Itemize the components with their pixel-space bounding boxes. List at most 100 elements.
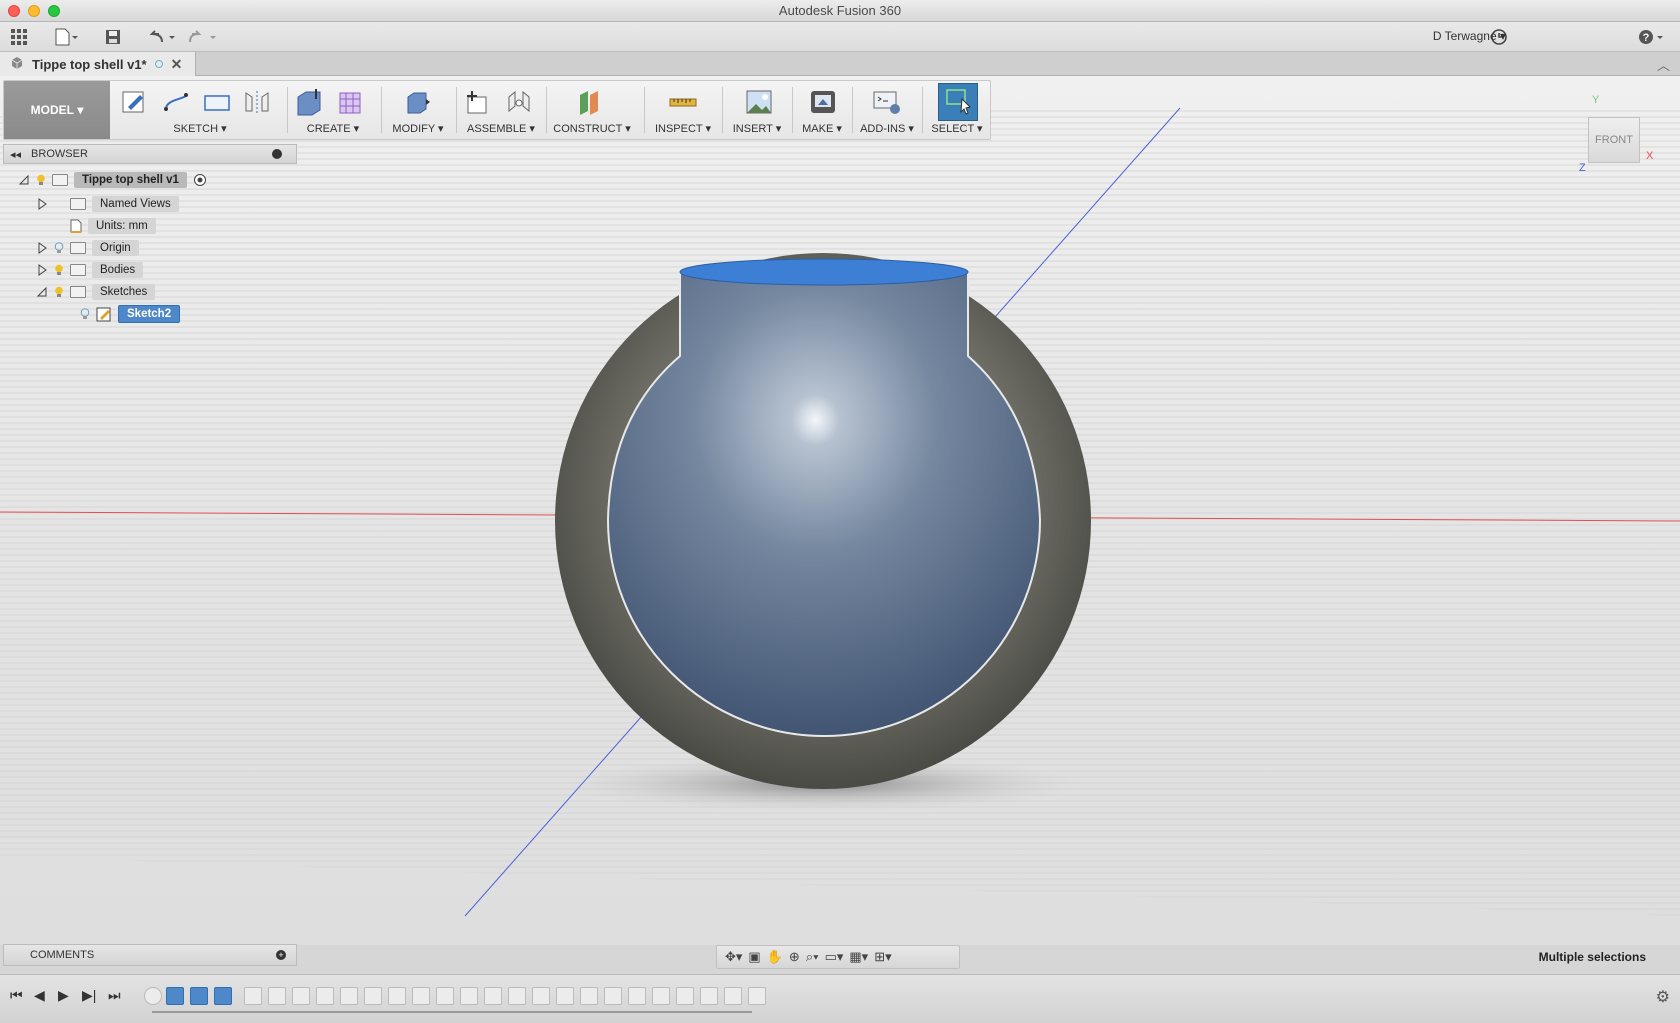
add-ins-group[interactable]: ADD-INS ▾ — [854, 81, 920, 139]
timeline-feature[interactable] — [388, 987, 406, 1005]
redo-icon[interactable] — [188, 27, 220, 47]
visibility-bulb-icon[interactable] — [80, 308, 90, 320]
timeline-feature[interactable] — [652, 987, 670, 1005]
select-group[interactable]: SELECT ▾ — [924, 81, 990, 139]
line-icon[interactable] — [162, 87, 192, 117]
timeline-feature[interactable] — [604, 987, 622, 1005]
step-back-icon[interactable]: ◀ — [34, 987, 45, 1004]
create-group[interactable]: CREATE ▾ — [288, 81, 378, 139]
timeline-feature[interactable] — [580, 987, 598, 1005]
top-opening-face[interactable] — [679, 258, 969, 286]
make-group[interactable]: MAKE ▾ — [794, 81, 850, 139]
play-icon[interactable]: ▶ — [58, 987, 69, 1004]
timeline-feature[interactable] — [628, 987, 646, 1005]
file-icon[interactable] — [54, 27, 80, 47]
pin-icon[interactable] — [272, 149, 282, 159]
expanded-triangle-icon[interactable] — [18, 174, 30, 186]
collapsed-triangle-icon[interactable] — [36, 198, 48, 210]
timeline-feature[interactable] — [268, 987, 286, 1005]
collapsed-triangle-icon[interactable] — [36, 264, 48, 276]
new-component-icon[interactable] — [462, 87, 492, 117]
close-tab-button[interactable]: ✕ — [171, 56, 183, 73]
tree-item-origin[interactable]: Origin — [36, 238, 139, 258]
timeline-feature[interactable] — [364, 987, 382, 1005]
timeline-feature[interactable] — [676, 987, 694, 1005]
browser-panel-header[interactable]: ◂◂ BROWSER — [3, 144, 297, 164]
zoom-icon[interactable]: ⊕ — [789, 949, 800, 965]
timeline-feature[interactable] — [484, 987, 502, 1005]
timeline-track[interactable] — [152, 1011, 752, 1013]
timeline-feature[interactable] — [292, 987, 310, 1005]
save-icon[interactable] — [104, 27, 122, 47]
joint-icon[interactable] — [504, 87, 534, 117]
collapse-panel-icon[interactable]: ◂◂ — [10, 148, 21, 161]
timeline-feature[interactable] — [214, 987, 232, 1005]
construct-group[interactable]: CONSTRUCT ▾ — [548, 81, 636, 139]
comments-panel-header[interactable]: COMMENTS + — [3, 944, 297, 966]
activate-radio-icon[interactable] — [193, 173, 207, 187]
timeline-feature[interactable] — [532, 987, 550, 1005]
select-icon[interactable] — [944, 87, 974, 117]
timeline-feature[interactable] — [700, 987, 718, 1005]
rectangle-icon[interactable] — [202, 87, 232, 117]
timeline-feature[interactable] — [556, 987, 574, 1005]
create-sketch-icon[interactable] — [120, 87, 150, 117]
undo-icon[interactable] — [145, 27, 177, 47]
measure-icon[interactable] — [668, 87, 698, 117]
tree-item-units[interactable]: Units: mm — [54, 216, 156, 236]
grid-settings-icon[interactable]: ▦▾ — [849, 949, 868, 965]
sketch-group[interactable]: SKETCH ▾ — [116, 81, 284, 139]
chevron-up-icon[interactable]: ︿ — [1657, 55, 1670, 74]
gear-icon[interactable]: ⚙ — [1656, 987, 1670, 1007]
help-icon[interactable]: ? — [1637, 27, 1667, 47]
timeline-origin-icon[interactable] — [144, 987, 162, 1005]
user-menu[interactable]: D Terwagne ▾ — [1433, 29, 1506, 43]
look-at-icon[interactable]: ▣ — [748, 949, 760, 965]
tree-item-sketches[interactable]: Sketches — [36, 282, 156, 302]
visibility-bulb-icon[interactable] — [54, 264, 64, 276]
insert-group[interactable]: INSERT ▾ — [724, 81, 790, 139]
tree-root[interactable]: Tippe top shell v1 — [18, 170, 207, 190]
workspace-switcher[interactable]: MODEL ▾ — [4, 81, 110, 139]
timeline-feature[interactable] — [190, 987, 208, 1005]
grid-icon[interactable] — [10, 27, 28, 47]
extrude-icon[interactable] — [294, 87, 324, 117]
assemble-group[interactable]: ASSEMBLE ▾ — [458, 81, 544, 139]
pan-icon[interactable]: ✋ — [767, 949, 783, 965]
visibility-bulb-icon[interactable] — [54, 242, 64, 254]
timeline-feature[interactable] — [316, 987, 334, 1005]
collapsed-triangle-icon[interactable] — [36, 242, 48, 254]
inspect-group[interactable]: INSPECT ▾ — [646, 81, 720, 139]
timeline-feature[interactable] — [166, 987, 184, 1005]
timeline-feature[interactable] — [748, 987, 766, 1005]
tree-item-named-views[interactable]: Named Views — [36, 194, 179, 214]
canvas-viewport[interactable] — [0, 76, 1680, 945]
3d-print-icon[interactable] — [808, 87, 838, 117]
timeline-feature[interactable] — [412, 987, 430, 1005]
press-pull-icon[interactable] — [402, 87, 432, 117]
timeline-feature[interactable] — [244, 987, 262, 1005]
fit-icon[interactable]: ⌕▾ — [806, 949, 819, 965]
tree-item-bodies[interactable]: Bodies — [36, 260, 144, 280]
timeline-feature[interactable] — [508, 987, 526, 1005]
mirror-icon[interactable] — [242, 87, 272, 117]
add-comment-icon[interactable]: + — [276, 950, 286, 960]
insert-image-icon[interactable] — [744, 87, 774, 117]
go-to-end-icon[interactable]: ⏭ — [108, 987, 121, 1004]
display-settings-icon[interactable]: ▭▾ — [825, 949, 844, 965]
visibility-bulb-icon[interactable] — [54, 286, 64, 298]
viewports-icon[interactable]: ⊞▾ — [874, 949, 891, 965]
visibility-bulb-icon[interactable] — [36, 174, 46, 186]
modify-group[interactable]: MODIFY ▾ — [382, 81, 454, 139]
document-tab[interactable]: Tippe top shell v1* ✕ — [0, 52, 196, 76]
expanded-triangle-icon[interactable] — [36, 286, 48, 298]
orbit-icon[interactable]: ✥▾ — [725, 949, 742, 965]
offset-plane-icon[interactable] — [576, 87, 606, 117]
timeline-feature[interactable] — [460, 987, 478, 1005]
step-forward-icon[interactable]: ▶| — [82, 987, 96, 1004]
view-cube[interactable]: FRONT — [1588, 117, 1640, 163]
tree-item-sketch2[interactable]: Sketch2 — [80, 304, 181, 324]
timeline-feature[interactable] — [724, 987, 742, 1005]
go-to-start-icon[interactable]: ⏮ — [10, 987, 23, 1004]
scripts-icon[interactable] — [872, 87, 902, 117]
